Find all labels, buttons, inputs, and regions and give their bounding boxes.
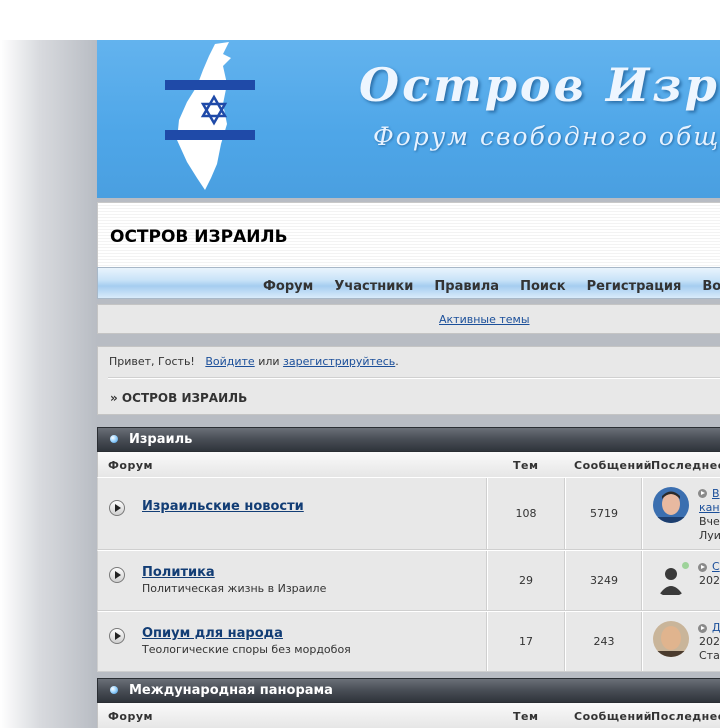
register-link[interactable]: зарегистрируйтесь (283, 355, 395, 368)
last-post-link[interactable]: Д (712, 621, 720, 634)
online-status-icon (682, 562, 689, 569)
nav-rules[interactable]: Правила (434, 279, 499, 294)
last-post-author: Ста (699, 649, 720, 662)
login-link[interactable]: Войдите (205, 355, 254, 368)
col-topics: Тем (513, 710, 539, 723)
nav-links: Форум Участники Правила Поиск Регистраци… (263, 275, 720, 294)
active-topics-bar: Активные темы (97, 304, 720, 334)
breadcrumb: » ОСТРОВ ИЗРАИЛЬ (110, 391, 248, 405)
site-banner[interactable]: Остров Израиль Форум свободного общения (97, 40, 720, 198)
nav-register[interactable]: Регистрация (587, 279, 682, 294)
main-navbar: Форум Участники Правила Поиск Регистраци… (97, 267, 720, 299)
col-forum: Форум (108, 710, 154, 723)
posts-count: 5719 (590, 507, 618, 520)
topics-count: 17 (519, 635, 533, 648)
go-to-post-icon[interactable] (698, 563, 707, 572)
category-bullet-icon (110, 686, 118, 694)
active-topics-link[interactable]: Активные темы (439, 313, 530, 326)
last-post-title: В (712, 487, 720, 501)
forum-status-icon (109, 628, 125, 644)
col-topics: Тем (513, 459, 539, 472)
last-post-link[interactable]: В (712, 487, 720, 500)
site-title: ОСТРОВ ИЗРАИЛЬ (110, 227, 288, 247)
forum-row: Израильские новости 108 5719 В кан Вчер … (97, 477, 720, 550)
welcome-box: Привет, Гость! Войдите или зарегистрируй… (97, 346, 720, 415)
col-last-post: Последнее (651, 459, 720, 472)
top-margin (0, 0, 720, 40)
forum-link-israeli-news[interactable]: Израильские новости (142, 499, 304, 514)
forum-row: Опиум для народа Теологические споры без… (97, 611, 720, 672)
category-header-international[interactable]: Международная панорама (97, 678, 720, 703)
nav-login[interactable]: Войти (702, 279, 720, 294)
last-post-title: С (712, 560, 720, 574)
forum-description: Политическая жизнь в Израиле (142, 582, 327, 595)
forum-table-header: Форум Тем Сообщений Последнее (97, 452, 720, 477)
or-text: или (258, 355, 280, 368)
forum-link-opium[interactable]: Опиум для народа (142, 626, 283, 641)
go-to-post-icon[interactable] (698, 489, 707, 498)
forum-status-icon (109, 500, 125, 516)
forum-table-header: Форум Тем Сообщений Последнее (97, 703, 720, 728)
last-post-date: Вчер (699, 515, 720, 528)
cell-divider (642, 551, 643, 610)
last-post-date: 202 (699, 574, 720, 587)
banner-title: Остров Израиль (359, 58, 720, 112)
divider (108, 378, 720, 379)
col-posts: Сообщений (574, 459, 653, 472)
col-forum: Форум (108, 459, 154, 472)
posts-count: 243 (593, 635, 615, 648)
nav-members[interactable]: Участники (334, 279, 413, 294)
site-header: ОСТРОВ ИЗРАИЛЬ (97, 202, 720, 267)
end-dot: . (395, 355, 399, 368)
last-post-title-line2: кан (699, 501, 720, 515)
last-post-date: 202 (699, 635, 720, 648)
forum-link-politics[interactable]: Политика (142, 565, 215, 580)
category-name: Израиль (129, 432, 193, 447)
avatar-man-icon (653, 487, 689, 523)
posts-count: 3249 (590, 574, 618, 587)
col-posts: Сообщений (574, 710, 653, 723)
avatar-bald-man-icon (653, 621, 689, 657)
last-post-link[interactable]: С (712, 560, 720, 573)
col-last-post: Последнее (651, 710, 720, 723)
greeting-text: Привет, Гость! (109, 355, 195, 368)
last-post-author: Луи (699, 529, 720, 542)
category-header-israel[interactable]: Израиль (97, 427, 720, 452)
cell-divider (642, 612, 643, 671)
banner-subtitle: Форум свободного общения (373, 122, 720, 151)
avatar[interactable] (653, 621, 689, 657)
welcome-text: Привет, Гость! Войдите или зарегистрируй… (109, 355, 399, 368)
nav-search[interactable]: Поиск (520, 279, 565, 294)
category-name: Международная панорама (129, 683, 333, 698)
forum-row: Политика Политическая жизнь в Израиле 29… (97, 550, 720, 611)
page-wrapper: Остров Израиль Форум свободного общения … (97, 40, 720, 728)
nav-forum[interactable]: Форум (263, 279, 313, 294)
avatar[interactable] (653, 487, 689, 523)
topics-count: 108 (515, 507, 537, 520)
topics-count: 29 (519, 574, 533, 587)
cell-divider (642, 478, 643, 549)
forum-status-icon (109, 567, 125, 583)
last-post-title: Д (712, 621, 720, 635)
last-post-link-cont[interactable]: кан (699, 501, 720, 514)
go-to-post-icon[interactable] (698, 624, 707, 633)
israel-flag-map-icon (165, 42, 255, 190)
category-bullet-icon (110, 435, 118, 443)
forum-description: Теологические споры без мордобоя (142, 643, 351, 656)
